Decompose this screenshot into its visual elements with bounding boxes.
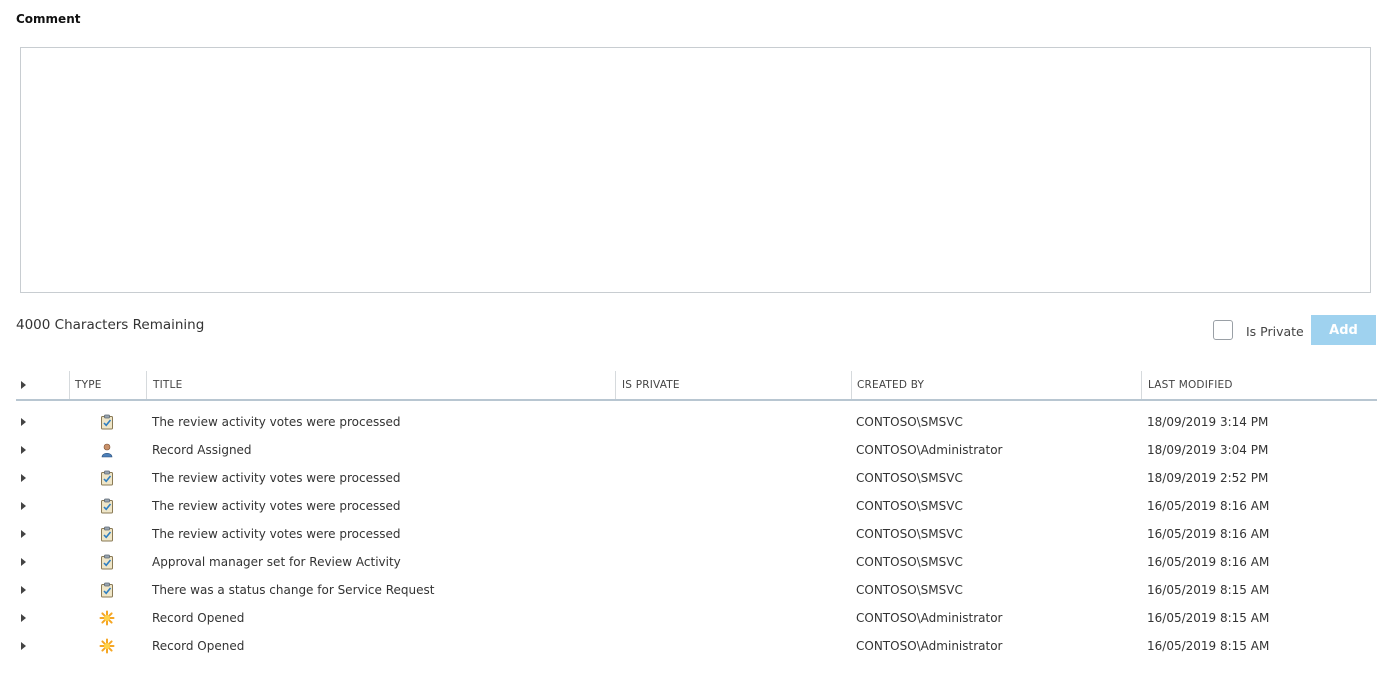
table-row[interactable]: The review activity votes were processed…	[16, 408, 1377, 436]
column-header-created-by[interactable]: CREATED BY	[857, 371, 924, 399]
expand-row-icon[interactable]	[21, 502, 26, 510]
row-title: Approval manager set for Review Activity	[152, 555, 401, 569]
column-divider[interactable]	[146, 371, 147, 399]
expand-row-icon[interactable]	[21, 614, 26, 622]
is-private-label: Is Private	[1246, 324, 1304, 339]
clipboard-check-icon	[99, 470, 115, 486]
row-title: Record Opened	[152, 639, 245, 653]
row-last-modified: 16/05/2019 8:16 AM	[1147, 555, 1270, 569]
row-created-by: CONTOSO\SMSVC	[856, 499, 963, 513]
column-divider[interactable]	[1141, 371, 1142, 399]
row-title: Record Opened	[152, 611, 245, 625]
grid-rows: The review activity votes were processed…	[16, 408, 1377, 660]
is-private-checkbox[interactable]	[1213, 320, 1233, 340]
action-log-grid: TYPE TITLE IS PRIVATE CREATED BY LAST MO…	[16, 371, 1377, 660]
table-row[interactable]: Approval manager set for Review Activity…	[16, 548, 1377, 576]
row-title: The review activity votes were processed	[152, 471, 401, 485]
clipboard-check-icon	[99, 582, 115, 598]
row-created-by: CONTOSO\SMSVC	[856, 527, 963, 541]
table-row[interactable]: There was a status change for Service Re…	[16, 576, 1377, 604]
row-last-modified: 18/09/2019 3:04 PM	[1147, 443, 1269, 457]
row-last-modified: 16/05/2019 8:15 AM	[1147, 611, 1270, 625]
clipboard-check-icon	[99, 526, 115, 542]
clipboard-check-icon	[99, 498, 115, 514]
table-row[interactable]: Record Opened CONTOSO\Administrator 16/05/…	[16, 604, 1377, 632]
starburst-icon	[99, 610, 115, 626]
column-header-last-modified[interactable]: LAST MODIFIED	[1148, 371, 1233, 399]
row-last-modified: 16/05/2019 8:16 AM	[1147, 499, 1270, 513]
expand-row-icon[interactable]	[21, 586, 26, 594]
comment-input[interactable]	[20, 47, 1371, 293]
comment-label: Comment	[16, 12, 81, 26]
expand-row-icon[interactable]	[21, 418, 26, 426]
row-title: The review activity votes were processed	[152, 499, 401, 513]
user-icon	[99, 442, 115, 458]
row-title: The review activity votes were processed	[152, 415, 401, 429]
row-created-by: CONTOSO\SMSVC	[856, 415, 963, 429]
expand-row-icon[interactable]	[21, 446, 26, 454]
starburst-icon	[99, 638, 115, 654]
table-row[interactable]: Record Assigned CONTOSO\Administrator 18/0…	[16, 436, 1377, 464]
row-created-by: CONTOSO\SMSVC	[856, 583, 963, 597]
expand-row-icon[interactable]	[21, 530, 26, 538]
row-created-by: CONTOSO\Administrator	[856, 639, 1003, 653]
table-row[interactable]: Record Opened CONTOSO\Administrator 16/05/…	[16, 632, 1377, 660]
column-divider[interactable]	[615, 371, 616, 399]
grid-header: TYPE TITLE IS PRIVATE CREATED BY LAST MO…	[16, 371, 1377, 401]
expand-row-icon[interactable]	[21, 642, 26, 650]
row-created-by: CONTOSO\SMSVC	[856, 555, 963, 569]
table-row[interactable]: The review activity votes were processed…	[16, 520, 1377, 548]
row-last-modified: 18/09/2019 3:14 PM	[1147, 415, 1269, 429]
column-header-is-private[interactable]: IS PRIVATE	[622, 371, 680, 399]
clipboard-check-icon	[99, 554, 115, 570]
table-row[interactable]: The review activity votes were processed…	[16, 492, 1377, 520]
row-title: Record Assigned	[152, 443, 252, 457]
column-header-type[interactable]: TYPE	[75, 371, 102, 399]
row-title: The review activity votes were processed	[152, 527, 401, 541]
column-header-title[interactable]: TITLE	[153, 371, 182, 399]
characters-remaining: 4000 Characters Remaining	[16, 317, 205, 333]
row-title: There was a status change for Service Re…	[152, 583, 435, 597]
clipboard-check-icon	[99, 414, 115, 430]
add-button[interactable]: Add	[1311, 315, 1376, 345]
row-last-modified: 16/05/2019 8:16 AM	[1147, 527, 1270, 541]
column-divider[interactable]	[851, 371, 852, 399]
expand-row-icon[interactable]	[21, 474, 26, 482]
row-last-modified: 16/05/2019 8:15 AM	[1147, 583, 1270, 597]
expand-all-icon[interactable]	[21, 381, 26, 389]
row-created-by: CONTOSO\SMSVC	[856, 471, 963, 485]
row-created-by: CONTOSO\Administrator	[856, 443, 1003, 457]
row-last-modified: 16/05/2019 8:15 AM	[1147, 639, 1270, 653]
table-row[interactable]: The review activity votes were processed…	[16, 464, 1377, 492]
row-created-by: CONTOSO\Administrator	[856, 611, 1003, 625]
row-last-modified: 18/09/2019 2:52 PM	[1147, 471, 1269, 485]
column-divider[interactable]	[69, 371, 70, 399]
expand-row-icon[interactable]	[21, 558, 26, 566]
